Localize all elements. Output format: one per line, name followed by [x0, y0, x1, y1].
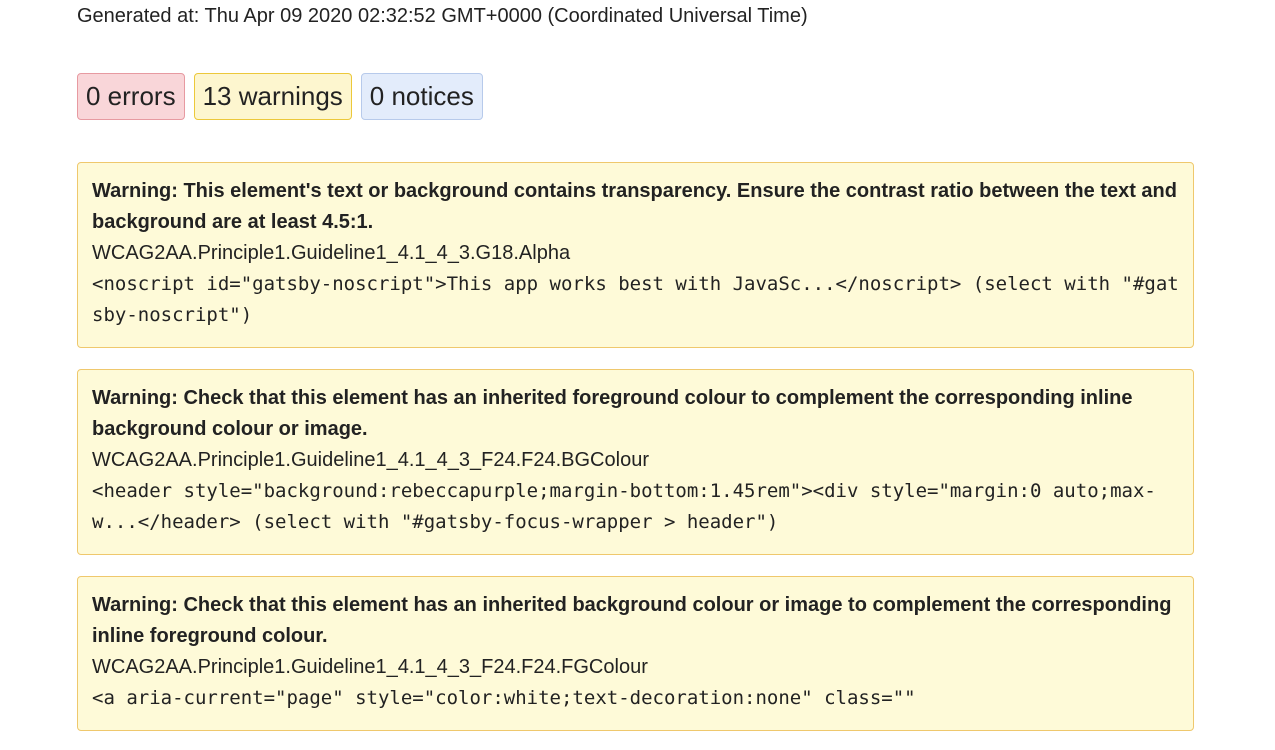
issue-context: <header style="background:rebeccapurple;…: [92, 480, 1156, 533]
issue-list: Warning: This element's text or backgrou…: [77, 162, 1194, 750]
issue-context: <a aria-current="page" style="color:whit…: [92, 687, 916, 709]
issue-title: Warning: Check that this element has an …: [92, 594, 1172, 647]
issue-item: Warning: Check that this element has an …: [77, 369, 1194, 555]
issue-item: Warning: This element's text or backgrou…: [77, 162, 1194, 348]
issue-counts: 0 errors 13 warnings 0 notices: [77, 73, 1194, 121]
issue-code: WCAG2AA.Principle1.Guideline1_4.1_4_3.G1…: [92, 242, 571, 264]
issue-context: <noscript id="gatsby-noscript">This app …: [92, 273, 1179, 326]
issue-item: Warning: Check that this element has an …: [77, 576, 1194, 731]
issue-code: WCAG2AA.Principle1.Guideline1_4.1_4_3_F2…: [92, 449, 649, 471]
issue-title: Warning: Check that this element has an …: [92, 387, 1133, 440]
issue-code: WCAG2AA.Principle1.Guideline1_4.1_4_3_F2…: [92, 656, 648, 678]
issue-title: Warning: This element's text or backgrou…: [92, 180, 1177, 233]
warnings-count-badge: 13 warnings: [193, 73, 352, 120]
generated-timestamp: Generated at: Thu Apr 09 2020 02:32:52 G…: [77, 5, 808, 27]
errors-count-badge: 0 errors: [77, 73, 185, 120]
notices-count-badge: 0 notices: [360, 73, 483, 120]
report-container: Generated at: Thu Apr 09 2020 02:32:52 G…: [77, 0, 1194, 731]
